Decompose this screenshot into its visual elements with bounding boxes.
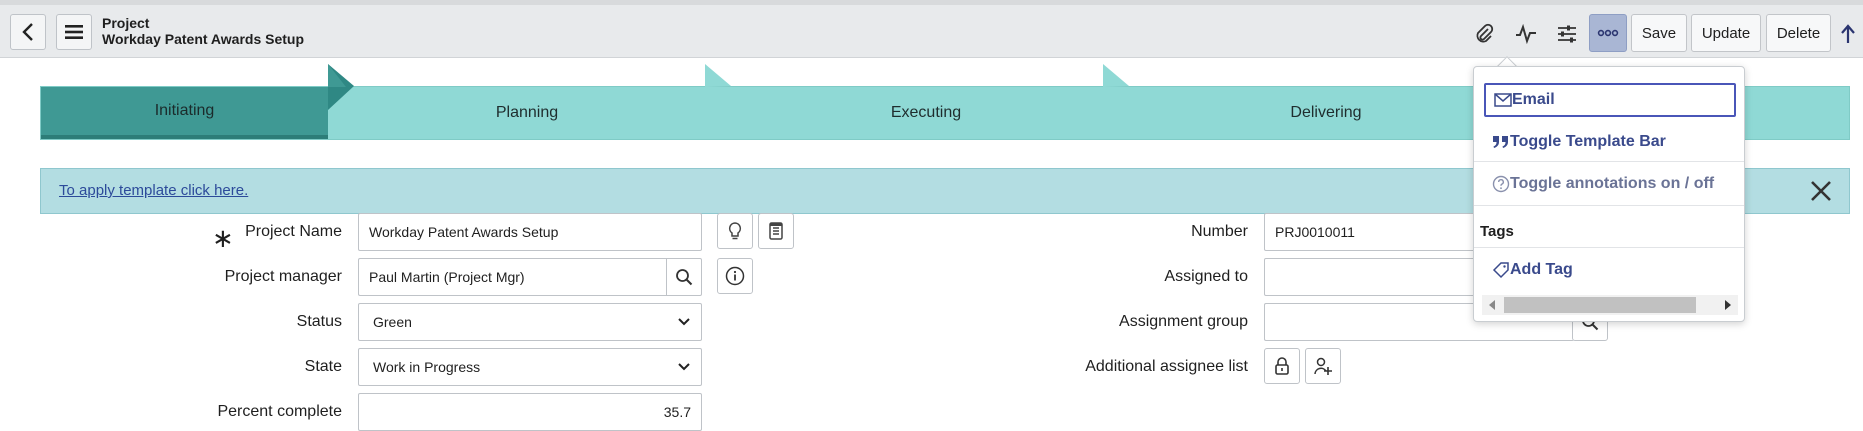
add-me-button[interactable] <box>1305 348 1341 384</box>
chevron-down-icon <box>678 363 690 371</box>
form-header: Project Workday Patent Awards Setup Save… <box>0 5 1863 58</box>
menu-item-email-label: Email <box>1512 91 1555 108</box>
save-button[interactable]: Save <box>1631 14 1687 52</box>
close-template-bar-button[interactable] <box>1807 177 1835 205</box>
state-label: State <box>304 358 342 375</box>
percent-complete-label: Percent complete <box>217 403 342 420</box>
status-value: Green <box>373 314 412 330</box>
number-label: Number <box>1191 223 1248 240</box>
unlock-list-button[interactable] <box>1264 348 1300 384</box>
menu-separator <box>1474 161 1744 162</box>
lightbulb-icon <box>728 222 742 240</box>
menu-item-toggle-template-bar-label: Toggle Template Bar <box>1510 133 1666 150</box>
activity-icon <box>1516 24 1536 44</box>
help-circle-icon <box>1492 175 1510 193</box>
header-title: Project Workday Patent Awards Setup <box>102 15 304 47</box>
paperclip-icon <box>1476 23 1494 43</box>
chevron-left-icon <box>22 23 33 41</box>
menu-item-add-tag-label: Add Tag <box>1510 261 1573 278</box>
hamburger-icon <box>65 25 83 39</box>
add-user-icon <box>1314 357 1332 375</box>
more-horizontal-icon <box>1597 29 1619 37</box>
back-button[interactable] <box>10 14 46 50</box>
lock-icon <box>1275 357 1289 375</box>
personalize-button[interactable] <box>1550 17 1584 51</box>
additional-assignee-label: Additional assignee list <box>1085 358 1248 375</box>
chevron-down-icon <box>678 318 690 326</box>
project-manager-label: Project manager <box>224 268 342 285</box>
scroll-left-icon[interactable] <box>1488 300 1496 310</box>
state-value: Work in Progress <box>373 359 481 375</box>
arrow-up-icon <box>1841 24 1855 43</box>
close-icon <box>1811 181 1831 201</box>
percent-complete-input[interactable]: 35.7 <box>358 393 702 431</box>
assigned-to-label: Assigned to <box>1164 268 1248 285</box>
scrollbar-thumb[interactable] <box>1504 297 1696 313</box>
assignment-group-label: Assignment group <box>1119 313 1248 330</box>
menu-item-add-tag[interactable]: Add Tag <box>1484 253 1736 287</box>
spell-check-button[interactable] <box>758 213 794 249</box>
record-name: Workday Patent Awards Setup <box>102 31 305 47</box>
update-button[interactable]: Update <box>1691 14 1761 52</box>
menu-item-toggle-annotations[interactable]: Toggle annotations on / off <box>1484 167 1736 201</box>
scroll-top-button[interactable] <box>1834 17 1862 51</box>
more-options-button[interactable] <box>1589 14 1627 52</box>
menu-button[interactable] <box>56 14 92 50</box>
sliders-icon <box>1558 25 1576 43</box>
status-label: Status <box>296 313 342 330</box>
status-select[interactable]: Green <box>358 303 702 341</box>
envelope-icon <box>1494 93 1512 107</box>
project-manager-input[interactable]: Paul Martin (Project Mgr) <box>358 258 668 296</box>
attachment-button[interactable] <box>1467 17 1501 51</box>
activity-button[interactable] <box>1509 17 1543 51</box>
menu-item-toggle-template-bar[interactable]: Toggle Template Bar <box>1484 125 1736 159</box>
menu-separator <box>1474 247 1744 248</box>
lookup-project-manager-button[interactable] <box>666 258 702 296</box>
tags-heading: Tags <box>1480 223 1514 240</box>
menu-item-email[interactable]: Email <box>1484 83 1736 117</box>
suggestion-button[interactable] <box>717 213 753 249</box>
delete-button[interactable]: Delete <box>1766 14 1831 52</box>
tag-icon <box>1492 262 1509 279</box>
search-icon <box>676 269 693 286</box>
menu-horizontal-scrollbar[interactable] <box>1482 295 1738 315</box>
more-options-menu: Email Toggle Template Bar Toggle annotat… <box>1473 66 1745 322</box>
info-icon <box>725 266 745 286</box>
menu-item-toggle-annotations-label: Toggle annotations on / off <box>1510 175 1715 192</box>
preview-record-button[interactable] <box>717 258 753 294</box>
record-type: Project <box>102 15 150 31</box>
project-name-input[interactable]: Workday Patent Awards Setup <box>358 213 702 251</box>
quote-icon <box>1493 136 1508 148</box>
scroll-right-icon[interactable] <box>1724 300 1732 310</box>
project-name-label: Project Name <box>245 223 342 240</box>
document-icon <box>769 222 783 240</box>
menu-separator <box>1474 205 1744 206</box>
state-select[interactable]: Work in Progress <box>358 348 702 386</box>
apply-template-link[interactable]: To apply template click here. <box>59 182 248 199</box>
